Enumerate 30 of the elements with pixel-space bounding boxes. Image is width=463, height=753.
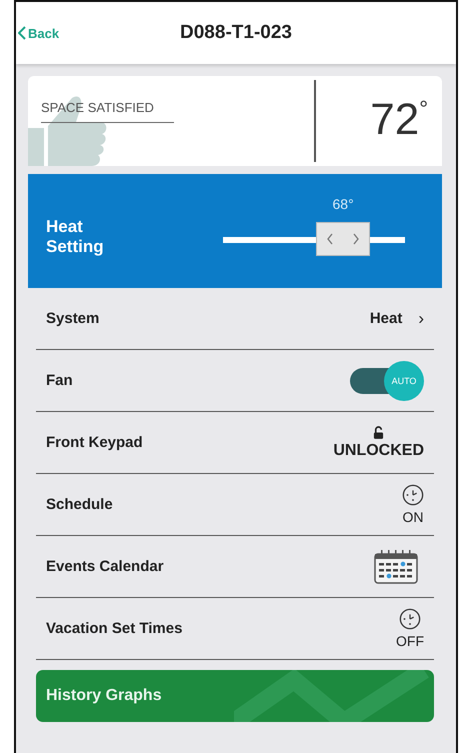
chevron-left-icon: [18, 26, 26, 40]
settings-row[interactable]: Schedule ON: [36, 474, 434, 536]
history-graphs-button[interactable]: History Graphs: [36, 670, 434, 722]
room-temperature: 72: [370, 98, 420, 142]
row-value: Heat: [370, 310, 402, 327]
row-value: OFF: [396, 633, 424, 649]
slider-handle[interactable]: [316, 222, 370, 256]
row-label: Schedule: [46, 496, 113, 513]
row-label: Front Keypad: [46, 434, 143, 451]
clock-icon: [402, 484, 424, 506]
degree-sign: °: [419, 98, 428, 123]
chevron-right-icon: ›: [418, 308, 424, 328]
settings-row[interactable]: Fan AUTO: [36, 350, 434, 412]
row-value: UNLOCKED: [333, 442, 424, 460]
setpoint-label: Heat Setting: [46, 216, 105, 258]
status-label: SPACE SATISFIED: [41, 100, 174, 123]
row-value: ON: [402, 509, 424, 525]
row-label: Fan: [46, 372, 73, 389]
row-label: System: [46, 310, 100, 327]
calendar-icon: [374, 550, 418, 584]
toggle-knob: AUTO: [384, 360, 424, 400]
settings-row[interactable]: Front Keypad UNLOCKED: [36, 412, 434, 474]
clock-icon: [399, 608, 421, 630]
row-label: Vacation Set Times: [46, 620, 182, 637]
settings-row[interactable]: Events Calendar: [36, 536, 434, 598]
screen-title: D088-T1-023: [180, 22, 292, 44]
settings-row[interactable]: Vacation Set Times OFF: [36, 598, 434, 660]
setpoint-value: 68°: [332, 196, 354, 212]
settings-row[interactable]: System Heat ›: [36, 288, 434, 350]
row-label: Events Calendar: [46, 558, 164, 575]
